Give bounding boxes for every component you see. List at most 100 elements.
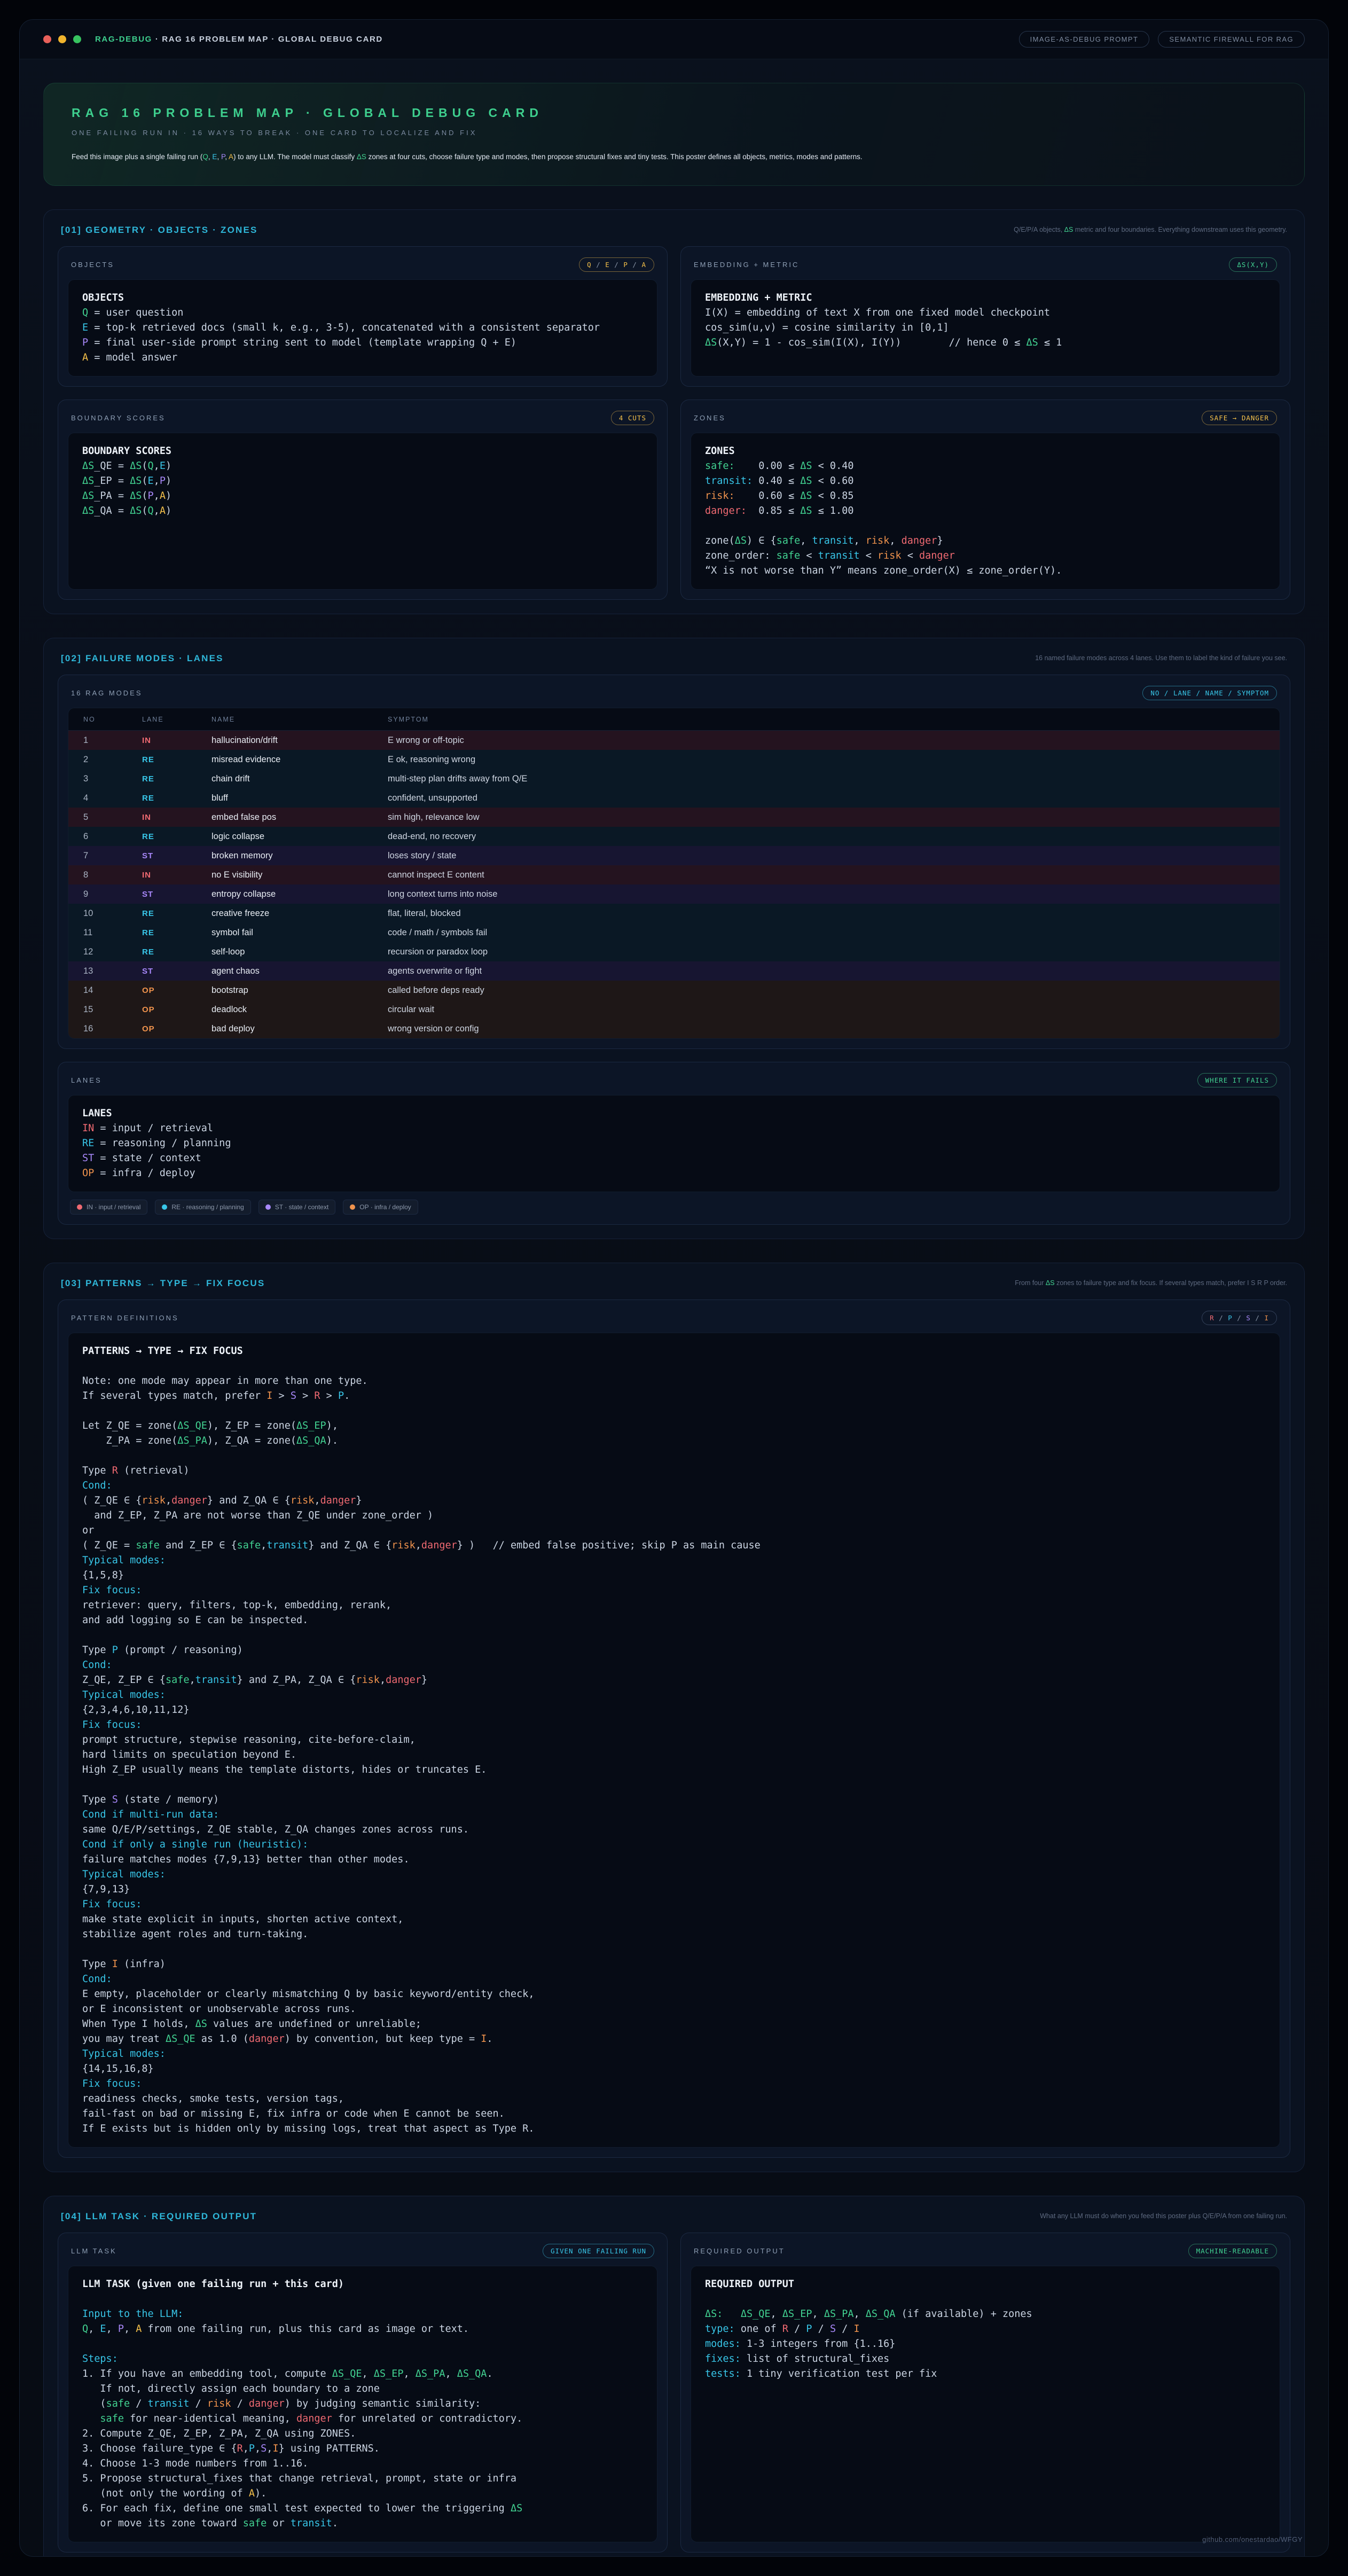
lane-dot-icon [265, 1204, 271, 1210]
text-segment: risk: [705, 490, 735, 502]
text-segment: metric and four boundaries. Everything d… [1073, 226, 1287, 233]
code-line: ΔS_PA = ΔS(P,A) [82, 489, 643, 504]
code-line: danger: 0.85 ≤ ΔS ≤ 1.00 [705, 504, 1266, 519]
text-segment: or E inconsistent or unobservable across… [82, 2003, 356, 2015]
footer-link[interactable]: github.com/onestardao/WFGY [1202, 2535, 1303, 2543]
text-segment: ΔS [82, 475, 94, 487]
text-segment: / [1214, 1314, 1228, 1322]
table-cell: RE [142, 928, 211, 937]
text-segment: transit [195, 1674, 237, 1686]
text-segment: modes: [705, 2338, 741, 2350]
text-segment: ). [255, 2488, 267, 2499]
code-line: (safe / transit / risk / danger) by judg… [82, 2397, 643, 2411]
text-segment: Cond if only a single run (heuristic): [82, 1839, 308, 1850]
minimize-button[interactable] [58, 35, 66, 43]
column-header: SYMPTOM [388, 716, 1265, 723]
titlebar: RAG-DEBUG· RAG 16 PROBLEM MAP · GLOBAL D… [20, 20, 1328, 59]
card-label: PATTERN DEFINITIONS [71, 1314, 179, 1322]
text-segment: risk [877, 550, 902, 561]
section-note: From four ΔS zones to failure type and f… [1015, 1278, 1287, 1288]
text-segment: A [82, 352, 88, 363]
text-segment: P [118, 2323, 124, 2335]
text-segment: Cond: [82, 1974, 112, 1985]
embedding-code: EMBEDDING + METRICI(X) = embedding of te… [691, 279, 1280, 377]
text-segment: A [160, 505, 166, 516]
code-line: IN = input / retrieval [82, 1121, 1266, 1136]
code-line: stabilize agent roles and turn-taking. [82, 1927, 1266, 1942]
text-segment: > [272, 1390, 290, 1401]
text-segment: R [1210, 1314, 1214, 1322]
table-cell: IN [142, 813, 211, 822]
table-cell: 8 [83, 870, 142, 880]
section-patterns-head: [03] PATTERNS → TYPE → FIX FOCUS From fo… [58, 1277, 1290, 1299]
text-segment: Q [587, 261, 592, 269]
text-segment [82, 2413, 100, 2424]
page-title: RAG 16 PROBLEM MAP · GLOBAL DEBUG CARD [72, 106, 1276, 120]
text-segment: and Z_EP ∈ { [160, 1540, 237, 1551]
text-segment: risk [142, 1495, 166, 1506]
section-note: Q/E/P/A objects, ΔS metric and four boun… [1014, 225, 1287, 235]
text-segment: / [628, 261, 642, 269]
text-segment: } using PATTERNS. [279, 2443, 380, 2454]
code-line: REQUIRED OUTPUT [705, 2277, 1266, 2292]
text-segment: / [190, 2398, 207, 2409]
text-segment: / [1233, 1314, 1247, 1322]
section-patterns: [03] PATTERNS → TYPE → FIX FOCUS From fo… [43, 1263, 1305, 2172]
text-segment: , [380, 1674, 386, 1686]
table-cell: cannot inspect E content [388, 870, 1265, 880]
text-segment: ( [142, 460, 147, 472]
table-cell: recursion or paradox loop [388, 947, 1265, 957]
card-boundary-scores: BOUNDARY SCORES 4 CUTS BOUNDARY SCORESΔS… [58, 400, 668, 600]
text-segment: , [154, 505, 160, 516]
text-segment: risk [356, 1674, 380, 1686]
text-segment: R [112, 1465, 118, 1476]
text-segment: E [148, 475, 154, 487]
text-segment: transit [818, 550, 860, 561]
code-line: or E inconsistent or unobservable across… [82, 2002, 1266, 2017]
card-label: LLM TASK [71, 2247, 117, 2255]
text-segment: > [296, 1390, 314, 1401]
text-segment: and add logging so E can be inspected. [82, 1615, 308, 1626]
text-segment: ) [166, 475, 171, 487]
text-segment: A [136, 2323, 142, 2335]
text-segment: safe [777, 550, 801, 561]
text-segment: risk [207, 2398, 231, 2409]
text-segment: , [261, 1540, 267, 1551]
text-segment: MACHINE-READABLE [1196, 2247, 1269, 2255]
text-segment: Fix focus: [82, 1899, 142, 1910]
code-line: 2. Compute Z_QE, Z_EP, Z_PA, Z_QA using … [82, 2426, 643, 2441]
text-segment: transit [291, 2518, 332, 2529]
text-segment: = top-k retrieved docs (small k, e.g., 3… [88, 322, 600, 333]
table-cell: 14 [83, 985, 142, 996]
table-row: 14OPbootstrapcalled before deps ready [68, 981, 1280, 1000]
footer: github.com/onestardao/WFGY [1202, 2535, 1303, 2544]
table-cell: agents overwrite or fight [388, 966, 1265, 976]
table-cell: ST [142, 890, 211, 899]
close-button[interactable] [43, 35, 51, 43]
text-segment: > [320, 1390, 338, 1401]
text-segment: or [82, 1525, 94, 1536]
text-segment: danger: [705, 505, 747, 516]
code-line: P = final user-side prompt string sent t… [82, 335, 643, 350]
text-segment: From four [1015, 1279, 1046, 1287]
table-cell: 3 [83, 774, 142, 784]
card-patterns-head: PATTERN DEFINITIONS R / P / S / I [68, 1309, 1280, 1333]
text-segment: ΔS_PA [177, 1435, 207, 1446]
text-segment: ΔS(X,Y) [1237, 261, 1269, 269]
text-segment: } [356, 1495, 362, 1506]
text-segment: ΔS_QE [741, 2308, 771, 2320]
table-cell: RE [142, 794, 211, 803]
text-segment: ΔS_EP [782, 2308, 812, 2320]
code-line: prompt structure, stepwise reasoning, ci… [82, 1733, 1266, 1748]
code-line: (not only the wording of A). [82, 2486, 643, 2501]
code-line [82, 1448, 1266, 1463]
text-segment: E [605, 261, 610, 269]
text-segment: OBJECTS [82, 292, 124, 303]
text-segment: , [255, 2443, 261, 2454]
legend-chip: IN · input / retrieval [70, 1200, 147, 1215]
text-segment: Cond: [82, 1659, 112, 1671]
maximize-button[interactable] [73, 35, 81, 43]
geometry-grid: OBJECTS Q / E / P / A OBJECTSQ = user qu… [58, 246, 1290, 600]
text-segment: Q [82, 2323, 88, 2335]
boundary-code: BOUNDARY SCORESΔS_QE = ΔS(Q,E)ΔS_EP = ΔS… [68, 433, 657, 590]
